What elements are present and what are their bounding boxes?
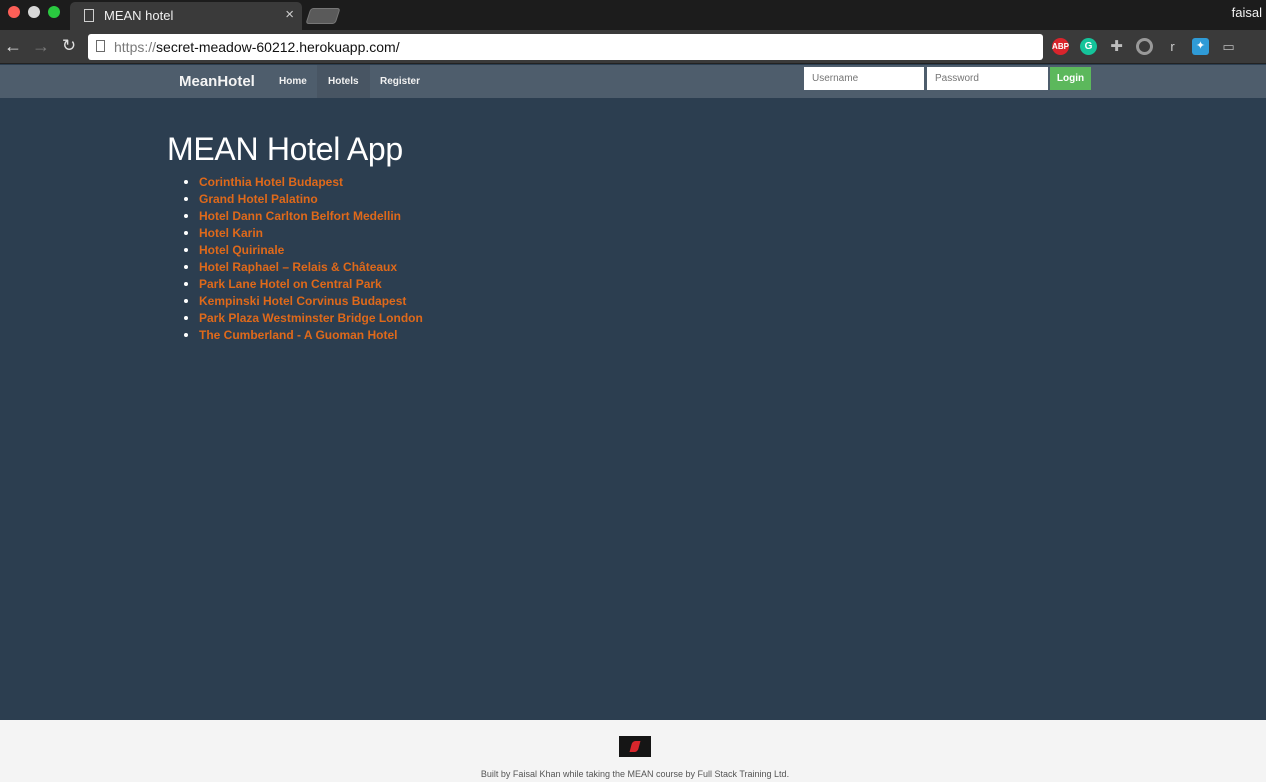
nav-hotels-link[interactable]: Hotels bbox=[317, 65, 370, 98]
page-icon bbox=[84, 9, 94, 22]
hotel-link[interactable]: Hotel Raphael – Relais & Châteaux bbox=[181, 259, 423, 276]
hotel-link[interactable]: Grand Hotel Palatino bbox=[181, 191, 423, 208]
hotel-list: Corinthia Hotel Budapest Grand Hotel Pal… bbox=[181, 174, 423, 344]
reload-icon[interactable]: ↻ bbox=[58, 35, 80, 57]
back-arrow-icon[interactable]: ← bbox=[2, 35, 24, 57]
tab-close-icon[interactable]: × bbox=[285, 6, 294, 23]
hotel-link[interactable]: Hotel Karin bbox=[181, 225, 423, 242]
username-input[interactable] bbox=[804, 67, 924, 90]
hotel-link[interactable]: The Cumberland - A Guoman Hotel bbox=[181, 327, 423, 344]
page-footer: Built by Faisal Khan while taking the ME… bbox=[0, 720, 1266, 782]
nav-home-link[interactable]: Home bbox=[268, 65, 318, 98]
url-text[interactable]: https://secret-meadow-60212.herokuapp.co… bbox=[114, 39, 400, 55]
browser-toolbar: ← → ↻ https://secret-meadow-60212.heroku… bbox=[0, 30, 1266, 64]
hotel-link[interactable]: Corinthia Hotel Budapest bbox=[181, 174, 423, 191]
nav-register-link[interactable]: Register bbox=[369, 65, 431, 98]
compass-icon[interactable]: ✦ bbox=[1192, 38, 1209, 55]
forward-arrow-icon[interactable]: → bbox=[30, 35, 52, 57]
footer-logo-icon bbox=[619, 736, 651, 757]
brand-logo-text[interactable]: MeanHotel bbox=[179, 73, 255, 90]
page-title: MEAN Hotel App bbox=[167, 131, 403, 167]
adblock-plus-icon[interactable]: ABP bbox=[1052, 38, 1069, 55]
r-extension-icon[interactable]: r bbox=[1164, 38, 1181, 55]
hotel-link[interactable]: Kempinski Hotel Corvinus Budapest bbox=[181, 293, 423, 310]
browser-tab[interactable]: MEAN hotel × bbox=[70, 2, 302, 30]
password-input[interactable] bbox=[927, 67, 1048, 90]
browser-tab-strip: MEAN hotel × faisal bbox=[0, 0, 1266, 30]
window-minimize-button[interactable] bbox=[28, 6, 40, 18]
window-close-button[interactable] bbox=[8, 6, 20, 18]
new-tab-button[interactable] bbox=[305, 8, 341, 24]
color-picker-icon[interactable] bbox=[1136, 38, 1153, 55]
window-maximize-button[interactable] bbox=[48, 6, 60, 18]
extension-puzzle-icon[interactable]: ✚ bbox=[1108, 38, 1125, 55]
main-content: MEAN Hotel App Corinthia Hotel Budapest … bbox=[0, 98, 1266, 720]
profile-name[interactable]: faisal bbox=[1232, 5, 1262, 20]
grammarly-icon[interactable]: G bbox=[1080, 38, 1097, 55]
url-host: secret-meadow-60212.herokuapp.com/ bbox=[156, 39, 400, 55]
tab-title: MEAN hotel bbox=[104, 8, 174, 23]
login-button[interactable]: Login bbox=[1050, 67, 1091, 90]
url-scheme: https:// bbox=[114, 39, 157, 55]
footer-credit: Built by Faisal Khan while taking the ME… bbox=[480, 769, 790, 779]
address-bar[interactable]: https://secret-meadow-60212.herokuapp.co… bbox=[88, 34, 1043, 60]
hotel-link[interactable]: Hotel Quirinale bbox=[181, 242, 423, 259]
site-navbar: MeanHotel Home Hotels Register Login bbox=[0, 65, 1266, 98]
hotel-link[interactable]: Hotel Dann Carlton Belfort Medellin bbox=[181, 208, 423, 225]
page-info-icon[interactable] bbox=[96, 40, 105, 52]
hotel-link[interactable]: Park Lane Hotel on Central Park bbox=[181, 276, 423, 293]
cast-icon[interactable]: ▭ bbox=[1220, 38, 1237, 55]
hotel-link[interactable]: Park Plaza Westminster Bridge London bbox=[181, 310, 423, 327]
